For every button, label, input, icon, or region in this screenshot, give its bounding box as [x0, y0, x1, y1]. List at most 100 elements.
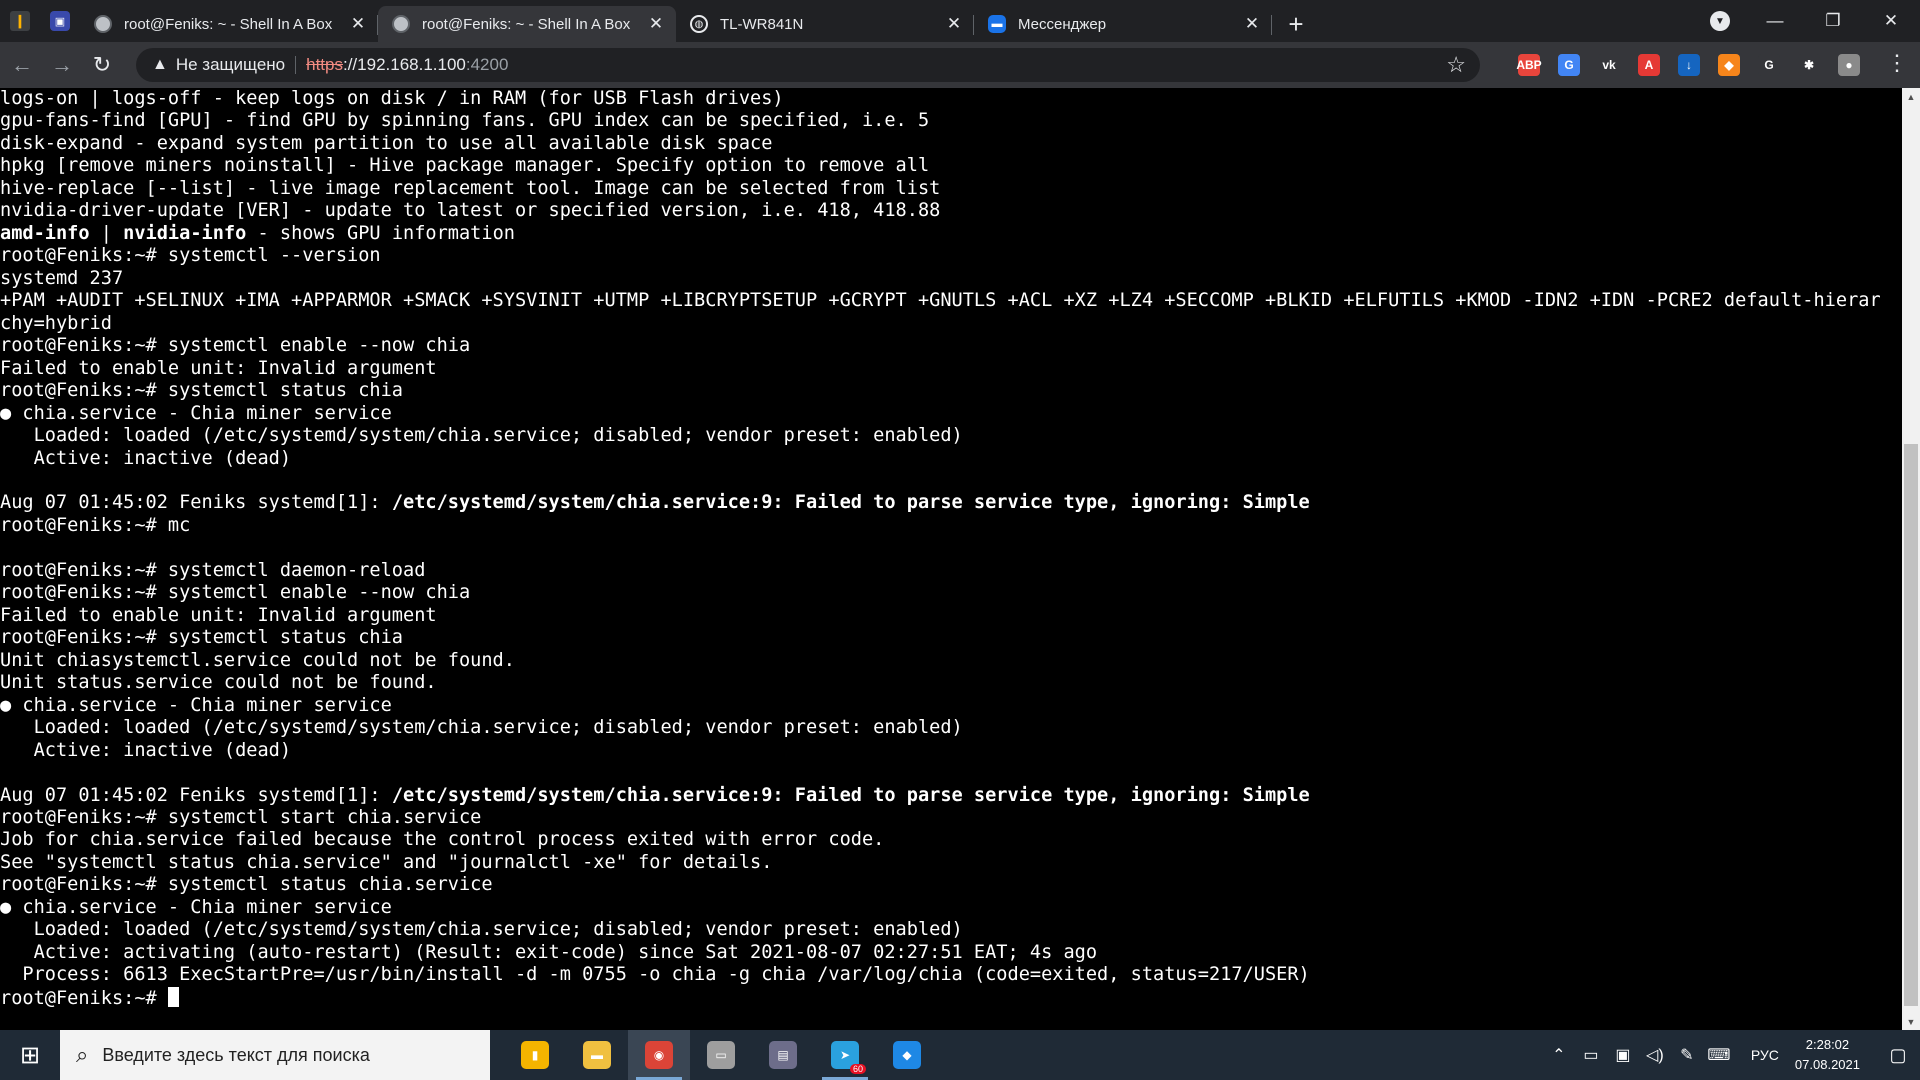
terminal-line: Unit status.service could not be found.: [0, 672, 437, 694]
terminal-line: Unit chiasystemctl.service could not be …: [0, 649, 515, 671]
messenger-icon: ▬: [988, 15, 1006, 33]
reload-button[interactable]: ↻: [84, 47, 120, 83]
terminal-line: root@Feniks:~# mc: [0, 514, 191, 536]
extensions-puzzle-icon[interactable]: ✱: [1796, 50, 1822, 80]
terminal-scrollbar[interactable]: ▲ ▼: [1902, 88, 1920, 1030]
download-extension-icon[interactable]: ↓: [1676, 50, 1702, 80]
terminal-line: systemd 237: [0, 267, 124, 289]
tab-search-icon[interactable]: ▼: [1710, 11, 1730, 31]
extensions-puzzle-icon-glyph: ✱: [1798, 54, 1820, 76]
translate-icon[interactable]: G: [1556, 50, 1582, 80]
forward-button[interactable]: →: [44, 47, 80, 83]
browser-menu-icon[interactable]: ⋮: [1886, 50, 1908, 76]
clock-time: 2:28:02: [1805, 1037, 1850, 1052]
address-bar[interactable]: ▲ Не защищено https://192.168.1.100:4200…: [136, 48, 1480, 82]
windows-taskbar: ⊞ ⌕ Введите здесь текст для поиска ▮ ▬ ◉ ▭ ▤…: [0, 1030, 1920, 1080]
clock[interactable]: 2:28:02 07.08.2021: [1795, 1035, 1860, 1075]
close-icon[interactable]: ✕: [646, 14, 666, 34]
battery-icon[interactable]: ▭: [1577, 1045, 1605, 1065]
grammarly-icon[interactable]: G: [1756, 50, 1782, 80]
close-icon[interactable]: ✕: [944, 14, 964, 34]
taskbar-app-winrar[interactable]: ▤: [752, 1030, 814, 1080]
pinned-tab-extension[interactable]: ❙: [0, 0, 40, 42]
scroll-down-icon[interactable]: ▼: [1902, 1013, 1920, 1030]
taskbar-app-diamond-app[interactable]: ◆: [876, 1030, 938, 1080]
tab-shell-1[interactable]: root@Feniks: ~ - Shell In A Box ✕: [80, 6, 378, 42]
terminal-line-segment: |: [89, 222, 124, 244]
scroll-up-icon[interactable]: ▲: [1902, 88, 1920, 105]
language-indicator[interactable]: РУС: [1751, 1047, 1779, 1063]
url-port: :4200: [465, 55, 509, 74]
a-extension-icon-glyph: A: [1638, 54, 1660, 76]
browser-toolbar: ← → ↻ ▲ Не защищено https://192.168.1.10…: [0, 42, 1920, 88]
bookmark-star-icon[interactable]: ☆: [1446, 52, 1466, 78]
scrollbar-thumb[interactable]: [1904, 444, 1918, 1006]
url-host: ://192.168.1.100: [342, 55, 466, 74]
a-extension-icon[interactable]: A: [1636, 50, 1662, 80]
terminal-line: amd-info | nvidia-info - shows GPU infor…: [0, 223, 1902, 245]
terminal-prompt-line[interactable]: root@Feniks:~#: [0, 986, 1902, 1009]
vk-icon-glyph: vk: [1598, 54, 1620, 76]
minimize-button[interactable]: —: [1746, 0, 1804, 42]
terminal-line: Job for chia.service failed because the …: [0, 829, 885, 851]
terminal-line: +PAM +AUDIT +SELINUX +IMA +APPARMOR +SMA…: [0, 290, 1881, 312]
adblock-icon[interactable]: ABP: [1516, 50, 1542, 80]
close-icon[interactable]: ✕: [1242, 14, 1262, 34]
tab-title: TL-WR841N: [720, 15, 804, 33]
profile-avatar-icon[interactable]: ●: [1836, 50, 1862, 80]
adblock-icon-glyph: ABP: [1516, 54, 1542, 76]
vk-icon[interactable]: vk: [1596, 50, 1622, 80]
tab-shell-2[interactable]: root@Feniks: ~ - Shell In A Box ✕: [378, 6, 676, 42]
terminal-line-segment: amd-info: [0, 222, 90, 244]
terminal-line: root@Feniks:~# systemctl status chia: [0, 627, 403, 649]
browser-tab-strip: ❙ ▣ root@Feniks: ~ - Shell In A Box ✕ ro…: [0, 0, 1920, 42]
windows-start-icon[interactable]: ⊞: [0, 1030, 60, 1080]
tab-title: root@Feniks: ~ - Shell In A Box: [124, 15, 333, 33]
pinned-tab-document[interactable]: ▣: [40, 0, 80, 42]
terminal-line: Loaded: loaded (/etc/systemd/system/chia…: [0, 919, 963, 941]
close-icon[interactable]: ✕: [348, 14, 368, 34]
terminal-line: Active: inactive (dead): [0, 739, 292, 761]
terminal-line: chy=hybrid: [0, 312, 112, 334]
new-tab-button[interactable]: +: [1278, 6, 1314, 42]
taskbar-app-file-explorer[interactable]: ▬: [566, 1030, 628, 1080]
taskbar-app-scanner-app[interactable]: ▭: [690, 1030, 752, 1080]
not-secure-label[interactable]: Не защищено: [176, 55, 285, 75]
terminal-line: disk-expand - expand system partition to…: [0, 132, 773, 154]
terminal-line: Process: 6613 ExecStartPre=/usr/bin/inst…: [0, 964, 1310, 986]
back-button[interactable]: ←: [4, 47, 40, 83]
metamask-icon[interactable]: ◆: [1716, 50, 1742, 80]
restore-button[interactable]: ❐: [1804, 0, 1862, 42]
unread-badge: 60: [849, 1064, 866, 1074]
notification-icon[interactable]: ▢: [1876, 1045, 1920, 1066]
translate-icon-glyph: G: [1558, 54, 1580, 76]
network-icon[interactable]: ▣: [1609, 1045, 1637, 1065]
taskbar-app-file-app[interactable]: ▮: [504, 1030, 566, 1080]
shellinabox-icon: [392, 15, 410, 33]
diamond-app-icon: ◆: [893, 1041, 921, 1069]
window-close-button[interactable]: ✕: [1862, 0, 1920, 42]
terminal-line: Active: activating (auto-restart) (Resul…: [0, 941, 1098, 963]
file-explorer-icon: ▬: [583, 1041, 611, 1069]
taskbar-search[interactable]: ⌕ Введите здесь текст для поиска: [60, 1030, 490, 1080]
taskbar-app-chrome[interactable]: ◉: [628, 1030, 690, 1080]
volume-icon[interactable]: ◁): [1641, 1045, 1669, 1065]
terminal-line: root@Feniks:~# systemctl --version: [0, 245, 381, 267]
terminal-output[interactable]: logs-on | logs-off - keep logs on disk /…: [0, 88, 1902, 1030]
taskbar-app-telegram[interactable]: ➤ 60: [814, 1030, 876, 1080]
warning-icon[interactable]: ▲: [152, 56, 168, 74]
tab-router[interactable]: ◍ TL-WR841N ✕: [676, 6, 974, 42]
scanner-app-icon: ▭: [707, 1041, 735, 1069]
pen-icon[interactable]: ✎: [1673, 1045, 1701, 1065]
chevron-up-icon[interactable]: ⌃: [1545, 1045, 1573, 1065]
file-app-icon: ▮: [521, 1041, 549, 1069]
terminal-line: root@Feniks:~# systemctl enable --now ch…: [0, 582, 471, 604]
tab-messenger[interactable]: ▬ Мессенджер ✕: [974, 6, 1272, 42]
keyboard-icon[interactable]: ⌨: [1705, 1045, 1733, 1065]
winrar-icon: ▤: [769, 1041, 797, 1069]
terminal-line: gpu-fans-find [GPU] - find GPU by spinni…: [0, 110, 930, 132]
tab-title: root@Feniks: ~ - Shell In A Box: [422, 15, 631, 33]
search-placeholder: Введите здесь текст для поиска: [102, 1044, 370, 1065]
terminal-line: ● chia.service - Chia miner service: [0, 896, 392, 918]
